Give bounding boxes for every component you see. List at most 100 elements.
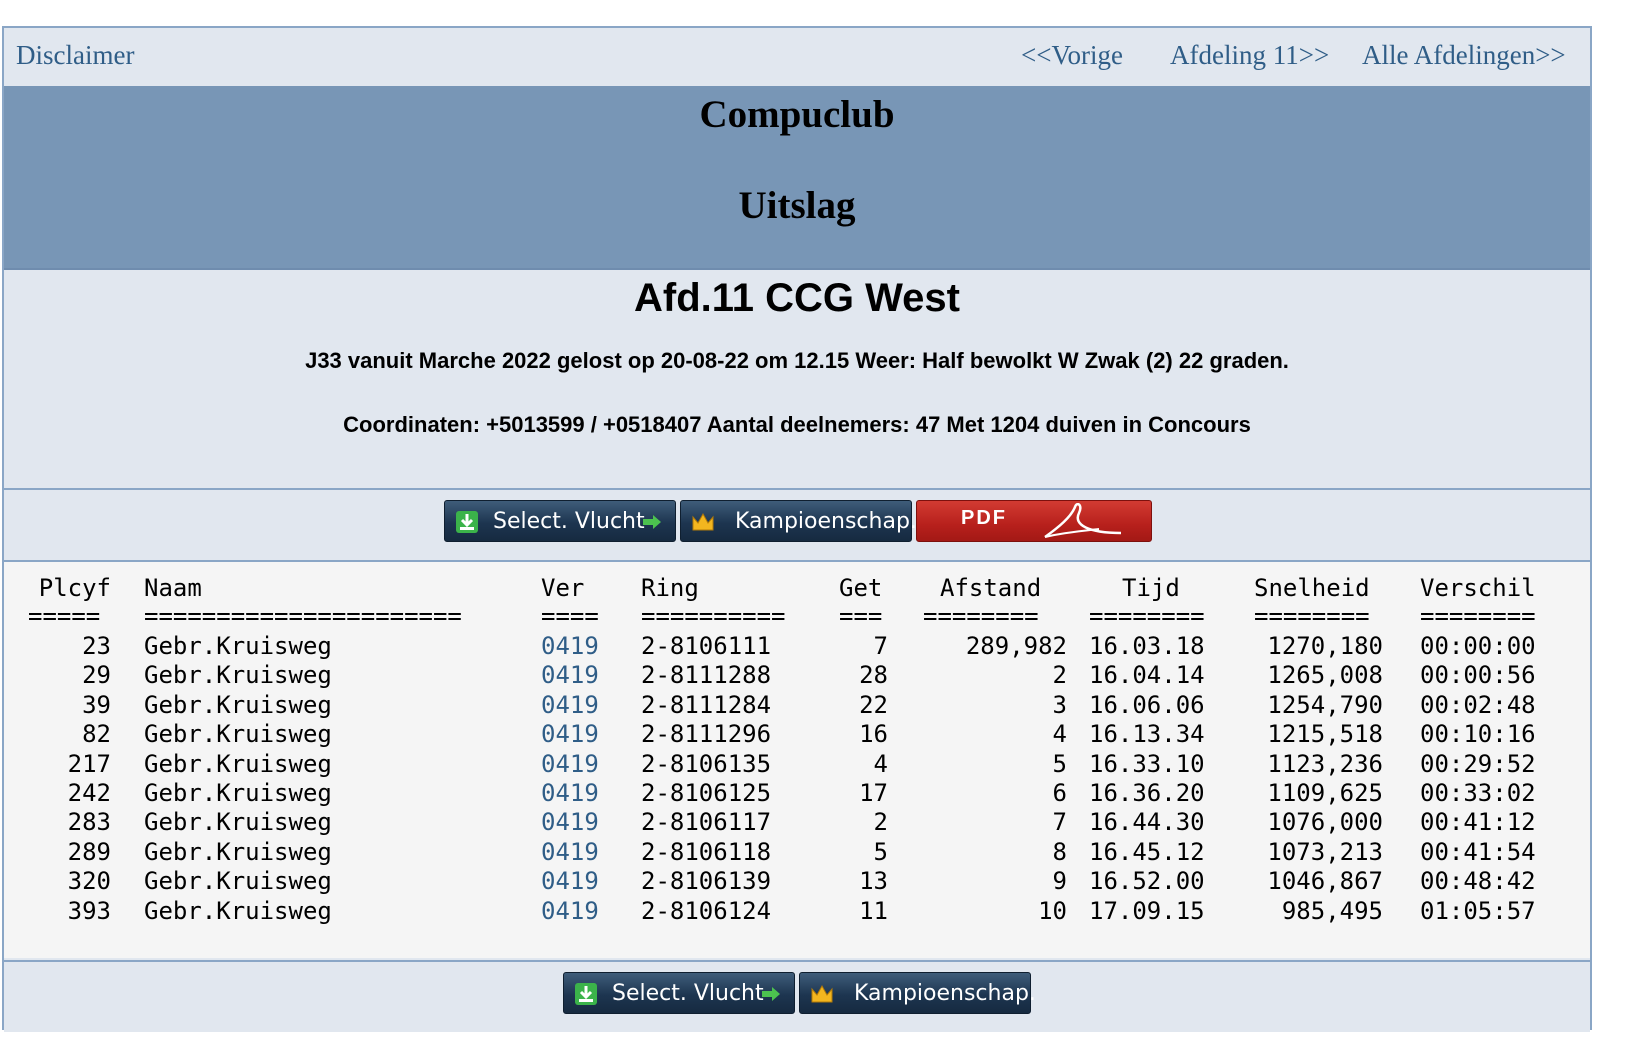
cell-snelheid: 1254,790 xyxy=(1267,690,1383,719)
select-vlucht-button[interactable]: Select. Vlucht xyxy=(444,500,676,542)
cell-ver: 0419 xyxy=(541,661,599,689)
vereniging-link[interactable]: 0419 xyxy=(541,632,599,660)
separator-get: === xyxy=(839,602,883,630)
separator-ring: ========== xyxy=(641,602,786,630)
cell-plcyf: 23 xyxy=(82,632,111,660)
cell-tijd: 16.45.12 xyxy=(1089,837,1205,866)
cell-ver: 0419 xyxy=(541,867,599,895)
previous-link[interactable]: <<Vorige xyxy=(1021,40,1123,71)
all-afdelingen-link[interactable]: Alle Afdelingen>> xyxy=(1362,40,1566,71)
cell-ver: 0419 xyxy=(541,720,599,748)
header-ver: Ver xyxy=(541,574,585,602)
crown-icon xyxy=(692,512,714,531)
separator-ver: ==== xyxy=(541,602,599,630)
cell-verschil: 00:00:56 xyxy=(1420,661,1536,690)
afdeling-title: Afd.11 CCG West xyxy=(634,276,960,320)
cell-ver: 0419 xyxy=(541,808,599,836)
cell-naam: Gebr.Kruisweg xyxy=(144,808,332,837)
arrow-right-icon xyxy=(643,515,661,529)
cell-tijd: 16.13.34 xyxy=(1089,720,1205,749)
cell-naam: Gebr.Kruisweg xyxy=(144,720,332,749)
top-navigation: Disclaimer <<Vorige Afdeling 11>> Alle A… xyxy=(4,28,1590,86)
select-vlucht-button-bottom[interactable]: Select. Vlucht xyxy=(563,972,795,1014)
cell-ver: 0419 xyxy=(541,691,599,719)
kampioenschap-label: Kampioenschap. xyxy=(735,509,917,534)
cell-plcyf: 39 xyxy=(82,690,111,719)
header-plcyf: Plcyf xyxy=(38,574,111,602)
cell-afstand: 6 xyxy=(1052,779,1067,807)
vereniging-link[interactable]: 0419 xyxy=(541,808,599,836)
cell-naam: Gebr.Kruisweg xyxy=(144,779,332,807)
cell-naam: Gebr.Kruisweg xyxy=(144,896,332,925)
vereniging-link[interactable]: 0419 xyxy=(541,838,599,866)
arrow-right-icon xyxy=(762,987,780,1001)
cell-ring: 2-8111284 xyxy=(641,690,772,719)
kampioenschap-label: Kampioenschap. xyxy=(854,981,1036,1006)
cell-naam: Gebr.Kruisweg xyxy=(144,749,332,778)
download-icon xyxy=(456,511,478,533)
cell-snelheid: 1270,180 xyxy=(1267,632,1383,660)
next-afdeling-link[interactable]: Afdeling 11>> xyxy=(1170,40,1329,71)
coordinates-details: Coordinaten: +5013599 / +0518407 Aantal … xyxy=(343,412,1251,437)
kampioenschap-button-bottom[interactable]: Kampioenschap. xyxy=(799,972,1036,1014)
cell-tijd: 16.03.18 xyxy=(1089,632,1205,660)
vereniging-link[interactable]: 0419 xyxy=(541,661,599,689)
disclaimer-link[interactable]: Disclaimer xyxy=(16,40,134,71)
cell-verschil: 00:48:42 xyxy=(1420,867,1536,896)
cell-snelheid: 1076,000 xyxy=(1267,808,1383,837)
cell-plcyf: 217 xyxy=(67,749,111,778)
cell-ring: 2-8106124 xyxy=(641,896,772,925)
cell-ring: 2-8106111 xyxy=(641,632,772,660)
cell-tijd: 16.04.14 xyxy=(1089,661,1205,690)
cell-verschil: 00:29:52 xyxy=(1420,749,1536,778)
cell-ver: 0419 xyxy=(541,779,599,807)
cell-afstand: 7 xyxy=(1052,808,1067,837)
vereniging-link[interactable]: 0419 xyxy=(541,867,599,895)
club-title: Compuclub xyxy=(699,93,895,136)
kampioenschap-button[interactable]: Kampioenschap. xyxy=(680,500,917,542)
cell-get: 22 xyxy=(859,690,888,719)
results-page-frame: Disclaimer <<Vorige Afdeling 11>> Alle A… xyxy=(2,26,1592,1032)
separator-plcyf: ===== xyxy=(28,602,101,630)
cell-snelheid: 1123,236 xyxy=(1267,749,1383,778)
cell-tijd: 16.33.10 xyxy=(1089,749,1205,778)
cell-tijd: 17.09.15 xyxy=(1089,896,1205,925)
cell-get: 17 xyxy=(859,779,888,807)
cell-verschil: 00:33:02 xyxy=(1420,779,1536,807)
cell-get: 7 xyxy=(873,632,888,660)
separator-verschil: ======== xyxy=(1420,602,1536,630)
cell-verschil: 00:10:16 xyxy=(1420,720,1536,749)
cell-tijd: 16.44.30 xyxy=(1089,808,1205,837)
vereniging-link[interactable]: 0419 xyxy=(541,779,599,807)
separator-naam: ====================== xyxy=(144,602,462,630)
cell-naam: Gebr.Kruisweg xyxy=(144,661,332,690)
cell-plcyf: 82 xyxy=(82,720,111,749)
cell-snelheid: 1046,867 xyxy=(1267,867,1383,896)
page-subtitle: Uitslag xyxy=(738,184,856,227)
vereniging-link[interactable]: 0419 xyxy=(541,750,599,778)
cell-afstand: 8 xyxy=(1052,837,1067,866)
cell-get: 2 xyxy=(873,808,888,837)
cell-naam: Gebr.Kruisweg xyxy=(144,837,332,866)
cell-ver: 0419 xyxy=(541,750,599,778)
cell-afstand: 9 xyxy=(1052,867,1067,896)
cell-get: 5 xyxy=(873,837,888,866)
cell-get: 13 xyxy=(859,867,888,896)
cell-tijd: 16.06.06 xyxy=(1089,690,1205,719)
bottom-button-bar: Select. Vlucht Kampioenschap. xyxy=(4,960,1590,1032)
vereniging-link[interactable]: 0419 xyxy=(541,720,599,748)
cell-snelheid: 1073,213 xyxy=(1267,837,1383,866)
vereniging-link[interactable]: 0419 xyxy=(541,897,599,925)
pdf-button[interactable]: PDF xyxy=(916,500,1152,542)
header-afstand: Afstand xyxy=(940,574,1042,602)
cell-afstand: 10 xyxy=(1038,896,1067,925)
crown-icon xyxy=(811,984,833,1003)
results-table: Plcyf Naam Ver Ring Get Afstand Tijd Sne… xyxy=(4,562,1590,958)
vereniging-link[interactable]: 0419 xyxy=(541,691,599,719)
flight-details: J33 vanuit Marche 2022 gelost op 20-08-2… xyxy=(305,348,1289,373)
cell-verschil: 00:41:12 xyxy=(1420,808,1536,837)
cell-afstand: 4 xyxy=(1052,720,1067,749)
header-verschil: Verschil xyxy=(1420,574,1536,602)
cell-ring: 2-8106118 xyxy=(641,837,772,866)
cell-ver: 0419 xyxy=(541,632,599,660)
